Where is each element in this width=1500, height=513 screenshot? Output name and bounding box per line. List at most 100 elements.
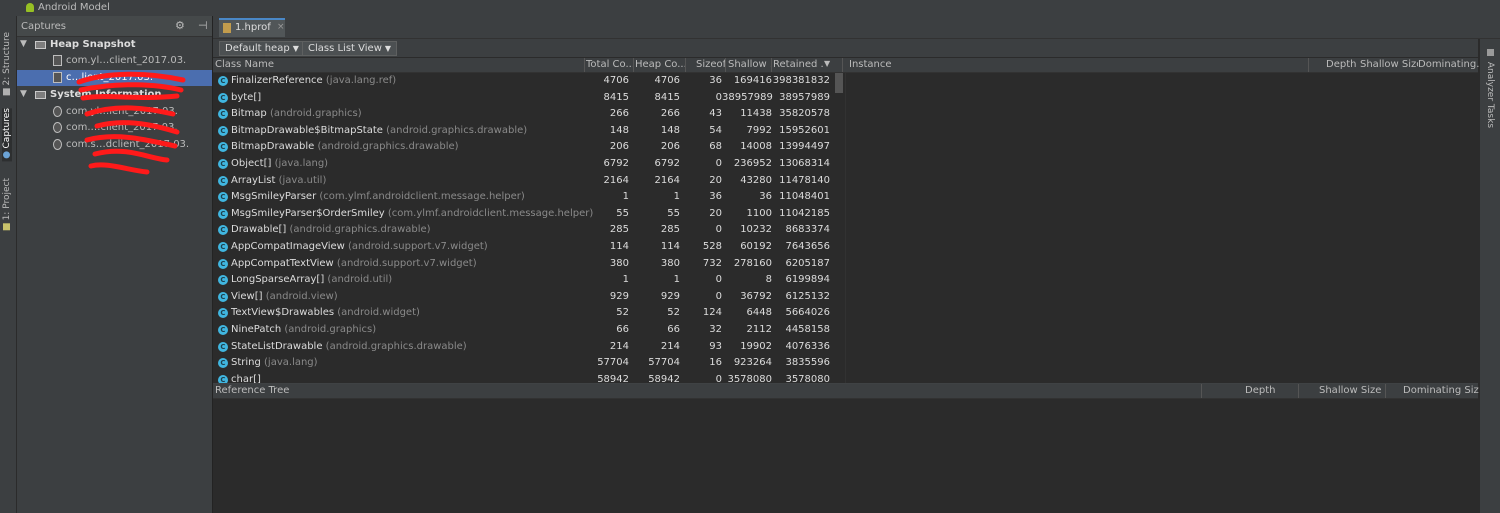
sizeof: 0: [715, 91, 722, 103]
tool-tab-captures[interactable]: Captures: [2, 108, 12, 162]
instance-pane: [845, 73, 1479, 383]
sort-desc-icon[interactable]: ▼: [824, 59, 834, 68]
table-row[interactable]: C Object[] (java.lang) 6792 6792 0 23695…: [213, 156, 840, 172]
tab-label: 1.hprof: [235, 22, 271, 33]
total-count: 380: [609, 257, 629, 269]
column-divider[interactable]: [633, 58, 634, 72]
tool-tab-structure[interactable]: 2: Structure: [2, 32, 12, 98]
heap-count: 114: [660, 241, 680, 252]
retained-size: 11042185: [779, 207, 830, 219]
table-row[interactable]: C AppCompatImageView (android.support.v7…: [213, 239, 840, 255]
column-divider[interactable]: [1385, 384, 1386, 398]
table-row[interactable]: C NinePatch (android.graphics) 66 66 32 …: [213, 322, 840, 338]
class-package: (android.graphics.drawable): [289, 224, 431, 236]
shallow-size: 36792: [740, 290, 772, 302]
shallow-size: 6448: [746, 307, 772, 319]
shallow-size: 278160: [733, 257, 772, 269]
col-retained[interactable]: Retained ...: [773, 59, 823, 70]
shallow-size: 1100: [746, 207, 772, 219]
class-package: (com.ylmf.androidclient.message.helper): [387, 207, 594, 219]
table-row[interactable]: C View[] (android.view) 929 929 0 36792 …: [213, 289, 840, 305]
col-dominating[interactable]: Dominating...: [1418, 59, 1480, 70]
shallow-size: 36: [759, 191, 772, 203]
total-count: 6792: [603, 158, 629, 169]
total-count: 114: [609, 241, 629, 252]
class-name: FinalizerReference: [231, 75, 323, 86]
view-select[interactable]: Class List View ▼: [302, 41, 398, 56]
shallow-size: 11438: [740, 108, 772, 120]
table-row[interactable]: C AppCompatTextView (android.support.v7.…: [213, 256, 840, 272]
total-count: 58942: [597, 373, 629, 383]
table-row[interactable]: C FinalizerReference (java.lang.ref) 470…: [213, 73, 840, 89]
col-class-name[interactable]: Class Name: [215, 59, 575, 70]
table-row[interactable]: C String (java.lang) 57704 57704 16 9232…: [213, 355, 840, 371]
tool-tab-project[interactable]: 1: Project: [2, 178, 12, 233]
expand-arrow-icon[interactable]: ▼: [20, 39, 27, 49]
tab-hprof[interactable]: 1.hprof ×: [219, 18, 285, 37]
column-divider[interactable]: [771, 58, 772, 72]
class-icon: C: [218, 308, 228, 319]
retained-size: 6125132: [785, 290, 830, 302]
total-count: 929: [609, 290, 629, 302]
hprof-file-icon: [53, 72, 62, 83]
column-divider[interactable]: [1201, 384, 1202, 398]
tree-item-capture[interactable]: com.yl…client_2017.03.: [17, 53, 212, 69]
col-shallow-size[interactable]: Shallow Size: [1319, 385, 1381, 396]
table-row[interactable]: C BitmapDrawable (android.graphics.drawa…: [213, 139, 840, 155]
class-table-header: Class Name Total Co... Heap Co... Sizeof…: [213, 58, 1480, 73]
total-count: 148: [609, 124, 629, 136]
sizeof: 124: [702, 307, 722, 319]
reference-tree-header: Reference Tree Depth Shallow Size Domina…: [213, 384, 1483, 399]
table-row[interactable]: C BitmapDrawable$BitmapState (android.gr…: [213, 123, 840, 139]
table-row[interactable]: C MsgSmileyParser (com.ylmf.androidclien…: [213, 189, 840, 205]
retained-size: 11478140: [779, 174, 830, 186]
sizeof: 93: [709, 340, 722, 352]
col-dominating-size[interactable]: Dominating Size: [1403, 385, 1483, 396]
col-sizeof[interactable]: Sizeof: [696, 59, 726, 70]
left-tool-strip: 2: Structure Captures 1: Project: [0, 16, 17, 513]
class-table-scrollbar[interactable]: [835, 73, 843, 93]
col-instance[interactable]: Instance: [849, 59, 949, 70]
column-divider[interactable]: [1308, 58, 1309, 72]
column-divider[interactable]: [842, 58, 843, 72]
class-icon: C: [218, 208, 228, 219]
col-depth[interactable]: Depth: [1245, 385, 1285, 396]
retained-size: 5664026: [785, 307, 830, 319]
table-row[interactable]: C byte[] 8415 8415 0 38957989 38957989: [213, 90, 840, 106]
column-divider[interactable]: [725, 58, 726, 72]
col-total-count[interactable]: Total Co...: [586, 59, 636, 70]
table-row[interactable]: C MsgSmileyParser$OrderSmiley (com.ylmf.…: [213, 206, 840, 222]
table-row[interactable]: C LongSparseArray[] (android.util) 1 1 0…: [213, 272, 840, 288]
total-count: 1: [622, 274, 629, 286]
col-shallow-size[interactable]: Shallow Size: [1360, 59, 1418, 70]
captures-panel: Captures ⚙ ⊣ ▼ Heap Snapshot com.yl…clie…: [17, 16, 213, 513]
gear-icon[interactable]: ⚙: [175, 19, 185, 32]
table-row[interactable]: C TextView$Drawables (android.widget) 52…: [213, 305, 840, 321]
table-row[interactable]: C StateListDrawable (android.graphics.dr…: [213, 339, 840, 355]
column-divider[interactable]: [1298, 384, 1299, 398]
close-icon[interactable]: ×: [277, 22, 285, 32]
table-row[interactable]: C ArrayList (java.util) 2164 2164 20 432…: [213, 173, 840, 189]
expand-arrow-icon[interactable]: ▼: [20, 89, 27, 99]
hprof-file-icon: [223, 23, 231, 33]
table-row[interactable]: C Bitmap (android.graphics) 266 266 43 1…: [213, 106, 840, 122]
heap-count: 380: [660, 257, 680, 269]
total-count: 206: [609, 141, 629, 153]
col-depth[interactable]: Depth: [1326, 59, 1358, 70]
heap-select[interactable]: Default heap ▼: [219, 41, 305, 56]
class-icon: C: [218, 76, 228, 86]
table-row[interactable]: C Drawable[] (android.graphics.drawable)…: [213, 222, 840, 238]
class-package: (android.graphics.drawable): [317, 141, 459, 153]
col-heap-count[interactable]: Heap Co...: [635, 59, 685, 70]
col-shallow[interactable]: Shallow ...: [728, 59, 772, 70]
tool-tab-analyzer-tasks[interactable]: Analyzer Tasks: [1485, 49, 1495, 128]
hide-panel-icon[interactable]: ⊣: [198, 19, 208, 32]
column-divider[interactable]: [584, 58, 585, 72]
table-row[interactable]: C char[] 58942 58942 0 3578080 3578080: [213, 372, 840, 383]
shallow-size: 2112: [746, 324, 772, 335]
tree-folder-heap-snapshot[interactable]: ▼ Heap Snapshot: [17, 37, 212, 53]
right-tool-strip: Analyzer Tasks: [1479, 39, 1500, 513]
column-divider[interactable]: [685, 58, 686, 72]
class-name: TextView$Drawables: [231, 307, 335, 319]
col-reference-tree[interactable]: Reference Tree: [215, 385, 415, 396]
